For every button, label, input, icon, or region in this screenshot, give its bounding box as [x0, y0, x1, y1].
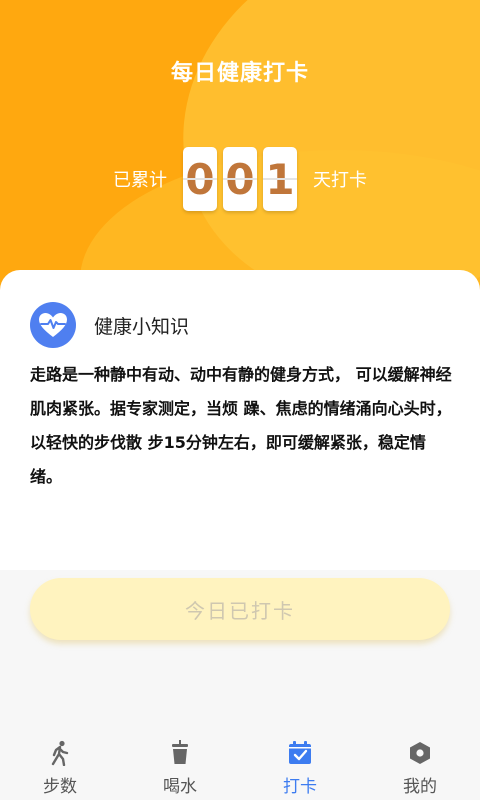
counter-digit: 0	[223, 147, 257, 211]
walk-icon	[51, 740, 69, 766]
tip-text: 走路是一种静中有动、动中有静的健身方式， 可以缓解神经肌肉紧张。据专家测定，当烦…	[30, 365, 452, 486]
counter-prefix: 已累计	[113, 170, 167, 191]
checked-in-button[interactable]: 今日已打卡	[30, 578, 450, 640]
tab-label: 步数	[43, 777, 77, 797]
bottom-tab-bar: 步数 喝水 打卡 我的	[0, 730, 480, 800]
card-title: 健康小知识	[94, 315, 190, 338]
tab-water[interactable]: 喝水	[120, 730, 240, 800]
counter-digit: 0	[183, 147, 217, 211]
counter-digits: 0 0 1	[183, 147, 297, 211]
calendar-check-icon	[289, 741, 311, 764]
settings-hex-icon	[410, 742, 430, 764]
cup-icon	[172, 740, 188, 764]
tab-label: 打卡	[283, 777, 317, 797]
header-banner: 每日健康打卡 已累计 0 0 1 天打卡	[0, 0, 480, 300]
card-header: 健康小知识	[30, 302, 189, 348]
counter-suffix: 天打卡	[313, 170, 367, 191]
checkin-counter: 已累计 0 0 1 天打卡	[0, 144, 480, 214]
health-tips-card: 健康小知识 走路是一种静中有动、动中有静的健身方式， 可以缓解神经肌肉紧张。据专…	[0, 270, 480, 570]
page-title: 每日健康打卡	[170, 61, 309, 86]
heart-pulse-icon	[30, 302, 76, 348]
tab-checkin[interactable]: 打卡	[240, 730, 360, 800]
tab-steps[interactable]: 步数	[0, 730, 120, 800]
counter-digit: 1	[263, 147, 297, 211]
tab-profile[interactable]: 我的	[360, 730, 480, 800]
tab-label: 喝水	[163, 777, 197, 797]
tab-label: 我的	[403, 777, 437, 797]
